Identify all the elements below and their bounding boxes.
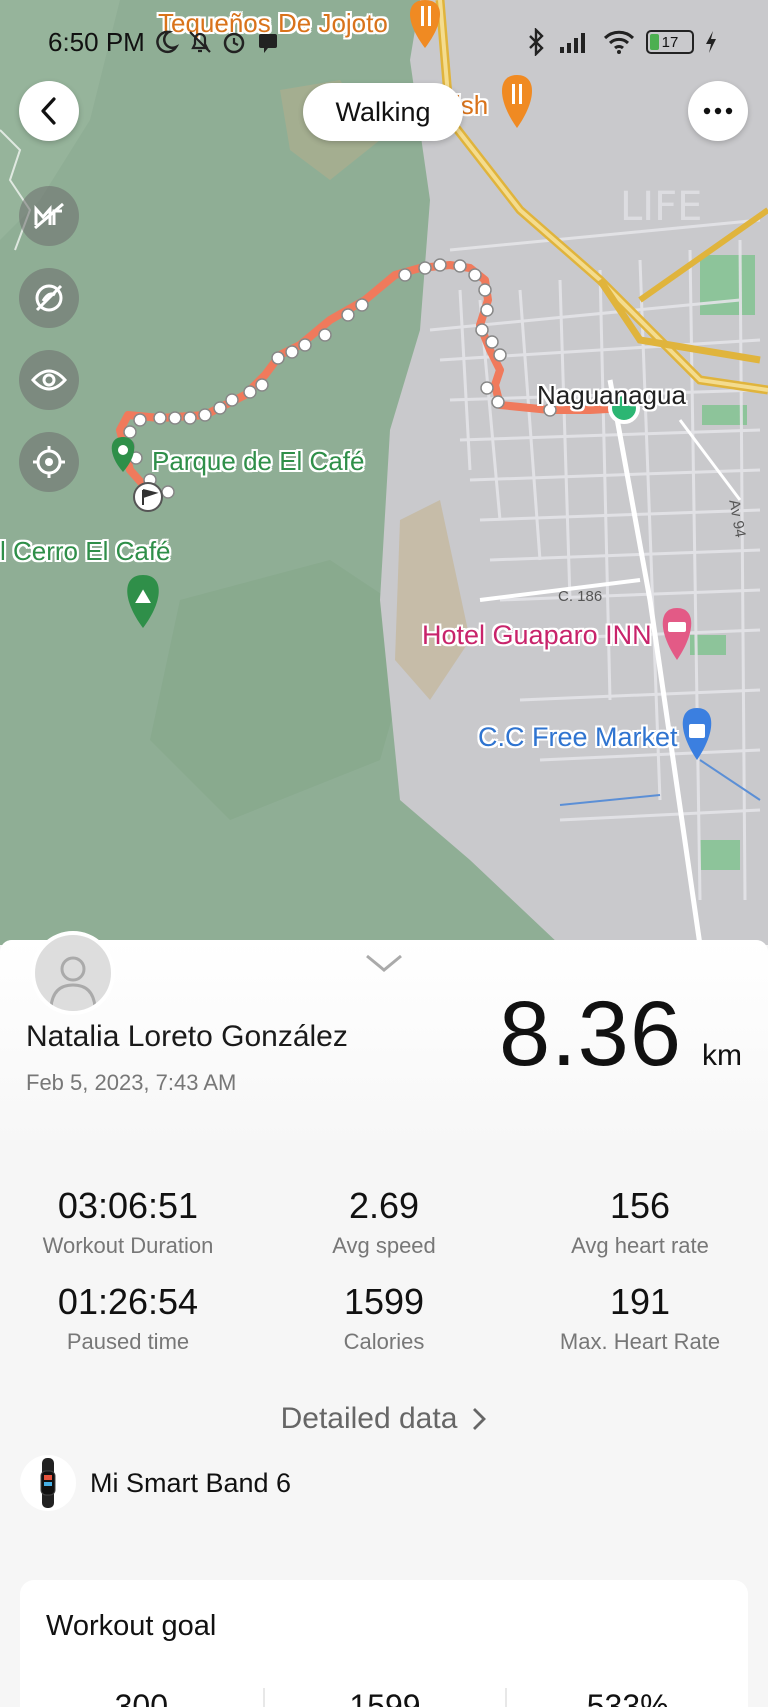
more-button[interactable] [688, 81, 748, 141]
notification-icon [258, 34, 277, 53]
user-name: Natalia Loreto González [26, 1020, 348, 1053]
start-flag-marker [133, 482, 163, 512]
device-row[interactable]: Mi Smart Band 6 [20, 1455, 291, 1511]
workout-summary-panel: Natalia Loreto González Feb 5, 2023, 7:4… [0, 931, 768, 1707]
status-bar: 6:50 PM 17 [48, 22, 718, 62]
locate-icon [33, 446, 65, 478]
workout-date: Feb 5, 2023, 7:43 AM [26, 1070, 237, 1095]
distance-unit: km [702, 1039, 742, 1072]
stat-label: Avg speed [332, 1233, 436, 1258]
poi-label[interactable]: l Cerro El Café [0, 536, 171, 567]
stat-label: Avg heart rate [571, 1233, 709, 1258]
workout-goal-card[interactable]: Workout goal 300 1599 533% [20, 1580, 748, 1707]
stat-value: 191 [609, 1281, 671, 1322]
stat-value: 156 [609, 1185, 671, 1226]
poi-label[interactable]: Hotel Guaparo INN [422, 620, 652, 651]
avatar[interactable] [31, 931, 115, 1015]
stat-label: Calories [343, 1329, 425, 1354]
svg-text:⛰: ⛰ [135, 584, 152, 608]
stat-value: 01:26:54 [57, 1281, 199, 1322]
stats-grid: 03:06:51 Workout Duration 2.69 Avg speed… [0, 1185, 768, 1355]
stat-value: 2.69 [348, 1185, 420, 1226]
map-canvas: ⛰ LIFE [0, 0, 768, 945]
stat-paused-time: 01:26:54 Paused time [0, 1281, 256, 1355]
toggle-distance-markers-button[interactable] [19, 186, 79, 246]
status-time: 6:50 PM [48, 26, 145, 57]
stat-calories: 1599 Calories [256, 1281, 512, 1355]
svg-text:LIFE: LIFE [620, 184, 702, 230]
wifi-icon [603, 30, 635, 54]
stat-workout-duration: 03:06:51 Workout Duration [0, 1185, 256, 1259]
eye-icon [31, 369, 67, 391]
stat-label: Workout Duration [42, 1233, 214, 1258]
distance-value: 8.36 [498, 983, 682, 1085]
charging-icon [706, 31, 716, 53]
activity-type-pill[interactable]: Walking [303, 83, 463, 141]
place-label: Naguanagua [537, 380, 686, 410]
goal-values: 300 1599 533% [20, 1688, 748, 1707]
stat-value: 03:06:51 [57, 1185, 199, 1226]
stat-label: Max. Heart Rate [559, 1329, 721, 1354]
hide-distance-icon [34, 202, 64, 230]
stat-max-heart-rate: 191 Max. Heart Rate [512, 1281, 768, 1355]
road-label: C. 186 [558, 588, 603, 605]
toggle-route-button[interactable] [19, 268, 79, 328]
goal-percent-value: 533% [505, 1688, 748, 1707]
poi-label[interactable]: C.C Free Market [478, 722, 678, 753]
collapse-panel-button[interactable] [364, 952, 404, 979]
goal-achieved-value: 1599 [262, 1688, 506, 1707]
battery-level: 17 [661, 33, 679, 51]
bluetooth-icon [529, 28, 544, 56]
device-name: Mi Smart Band 6 [90, 1467, 292, 1498]
back-icon [41, 97, 56, 125]
hide-route-icon [35, 284, 63, 312]
chevron-right-icon [473, 1408, 487, 1430]
goal-target-value: 300 [114, 1688, 169, 1707]
band-icon [20, 1455, 76, 1511]
moon-icon [156, 30, 179, 54]
user-icon [49, 956, 97, 1008]
signal-icon [560, 33, 585, 53]
route-map[interactable]: ⛰ LIFE Tequeños De Jojoto ish Parque de … [0, 0, 768, 945]
more-icon [703, 107, 733, 115]
detailed-data-label: Detailed data [280, 1402, 458, 1435]
alarm-icon [223, 32, 245, 54]
stat-value: 1599 [343, 1281, 425, 1322]
recenter-button[interactable] [19, 432, 79, 492]
chevron-down-icon [366, 954, 402, 972]
distance-display: 8.36 km [499, 982, 742, 1087]
detailed-data-link[interactable]: Detailed data [0, 1402, 768, 1436]
goal-title: Workout goal [46, 1610, 217, 1642]
stat-avg-heart-rate: 156 Avg heart rate [512, 1185, 768, 1259]
stat-avg-speed: 2.69 Avg speed [256, 1185, 512, 1259]
poi-label[interactable]: Parque de El Café [152, 446, 364, 477]
toggle-view-button[interactable] [19, 350, 79, 410]
back-button[interactable] [19, 81, 79, 141]
battery-icon: 17 [646, 30, 694, 54]
stat-label: Paused time [66, 1329, 190, 1354]
bell-off-icon [189, 31, 211, 53]
